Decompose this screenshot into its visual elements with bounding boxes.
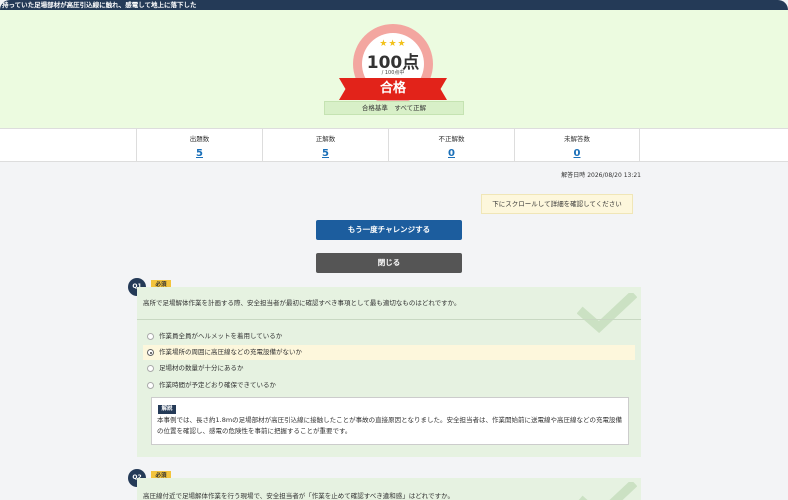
radio-button[interactable] [147, 365, 154, 372]
question-text: 高所で足場解体作業を計画する際、安全担当者が最初に確認すべき事項として最も適切な… [143, 299, 461, 307]
option-label: 作業員全員がヘルメットを着用しているか [159, 332, 283, 340]
answered-timestamp: 解答日時 2026/08/20 13:21 [561, 172, 641, 179]
page-title: 持っていた足場部材が高圧引込線に触れ、感電して地上に落下した [2, 1, 197, 9]
question-card: 高圧線付近で足場解体作業を行う現場で、安全担当者が「作業を止めて確認すべき違和感… [137, 478, 641, 500]
correct-check-icon [577, 293, 637, 333]
stat-total: 出題数 5 [136, 129, 262, 162]
explanation-box: 解説 本事例では、長さ約1.8mの足場部材が高圧引込線に接触したことが事故の直接… [151, 397, 629, 445]
answer-option[interactable]: 足場材の数量が十分にあるか [143, 361, 635, 376]
stat-value-link[interactable]: 5 [137, 148, 262, 159]
correct-check-icon [578, 482, 637, 500]
option-label: 作業時間が予定どおり確保できているか [159, 381, 276, 389]
pass-criteria: 合格基準 すべて正解 [324, 101, 464, 115]
quiz-result-page: 持っていた足場部材が高圧引込線に触れ、感電して地上に落下した ★★★ 100点 … [0, 0, 788, 500]
option-label: 作業場所の周囲に高圧線などの充電設備がないか [159, 348, 302, 356]
question-text: 高圧線付近で足場解体作業を行う現場で、安全担当者が「作業を止めて確認すべき違和感… [143, 492, 454, 500]
result-hero: ★★★ 100点 / 100点中 合格 合格基準 すべて正解 [0, 10, 788, 128]
stat-label: 不正解数 [438, 135, 465, 143]
retry-button[interactable]: もう一度チャレンジする [316, 220, 462, 240]
option-label: 足場材の数量が十分にあるか [159, 364, 244, 372]
stat-value-link[interactable]: 0 [389, 148, 514, 159]
stat-label: 未解答数 [564, 135, 590, 143]
radio-button-checked[interactable] [147, 349, 154, 356]
page-title-bar: 持っていた足場部材が高圧引込線に触れ、感電して地上に落下した [0, 0, 788, 10]
stat-label: 正解数 [315, 135, 336, 143]
divider [137, 319, 641, 320]
answer-option[interactable]: 作業員全員がヘルメットを着用しているか [143, 329, 635, 344]
score-total: / 100点中 [381, 70, 405, 76]
explanation-text: 本事例では、長さ約1.8mの足場部材が高圧引込線に接触したことが事故の直接原因と… [157, 416, 622, 435]
question-card: 高所で足場解体作業を計画する際、安全担当者が最初に確認すべき事項として最も適切な… [137, 287, 641, 457]
explanation-tag: 解説 [158, 405, 176, 414]
scroll-hint: 下にスクロールして詳細を確認してください [481, 194, 633, 214]
stat-value-link[interactable]: 5 [263, 148, 388, 159]
radio-button[interactable] [147, 382, 154, 389]
pass-ribbon: 合格 [339, 78, 447, 100]
stat-unanswered: 未解答数 0 [514, 129, 640, 162]
stat-incorrect: 不正解数 0 [388, 129, 514, 162]
radio-button[interactable] [147, 333, 154, 340]
answer-option-selected[interactable]: 作業場所の周囲に高圧線などの充電設備がないか [143, 345, 635, 360]
stat-label: 出題数 [189, 135, 210, 143]
answer-option[interactable]: 作業時間が予定どおり確保できているか [143, 378, 635, 393]
stat-value-link[interactable]: 0 [515, 148, 639, 159]
stat-correct: 正解数 5 [262, 129, 388, 162]
stats-row: 出題数 5 正解数 5 不正解数 0 未解答数 0 [0, 128, 788, 162]
close-button[interactable]: 閉じる [316, 253, 462, 273]
